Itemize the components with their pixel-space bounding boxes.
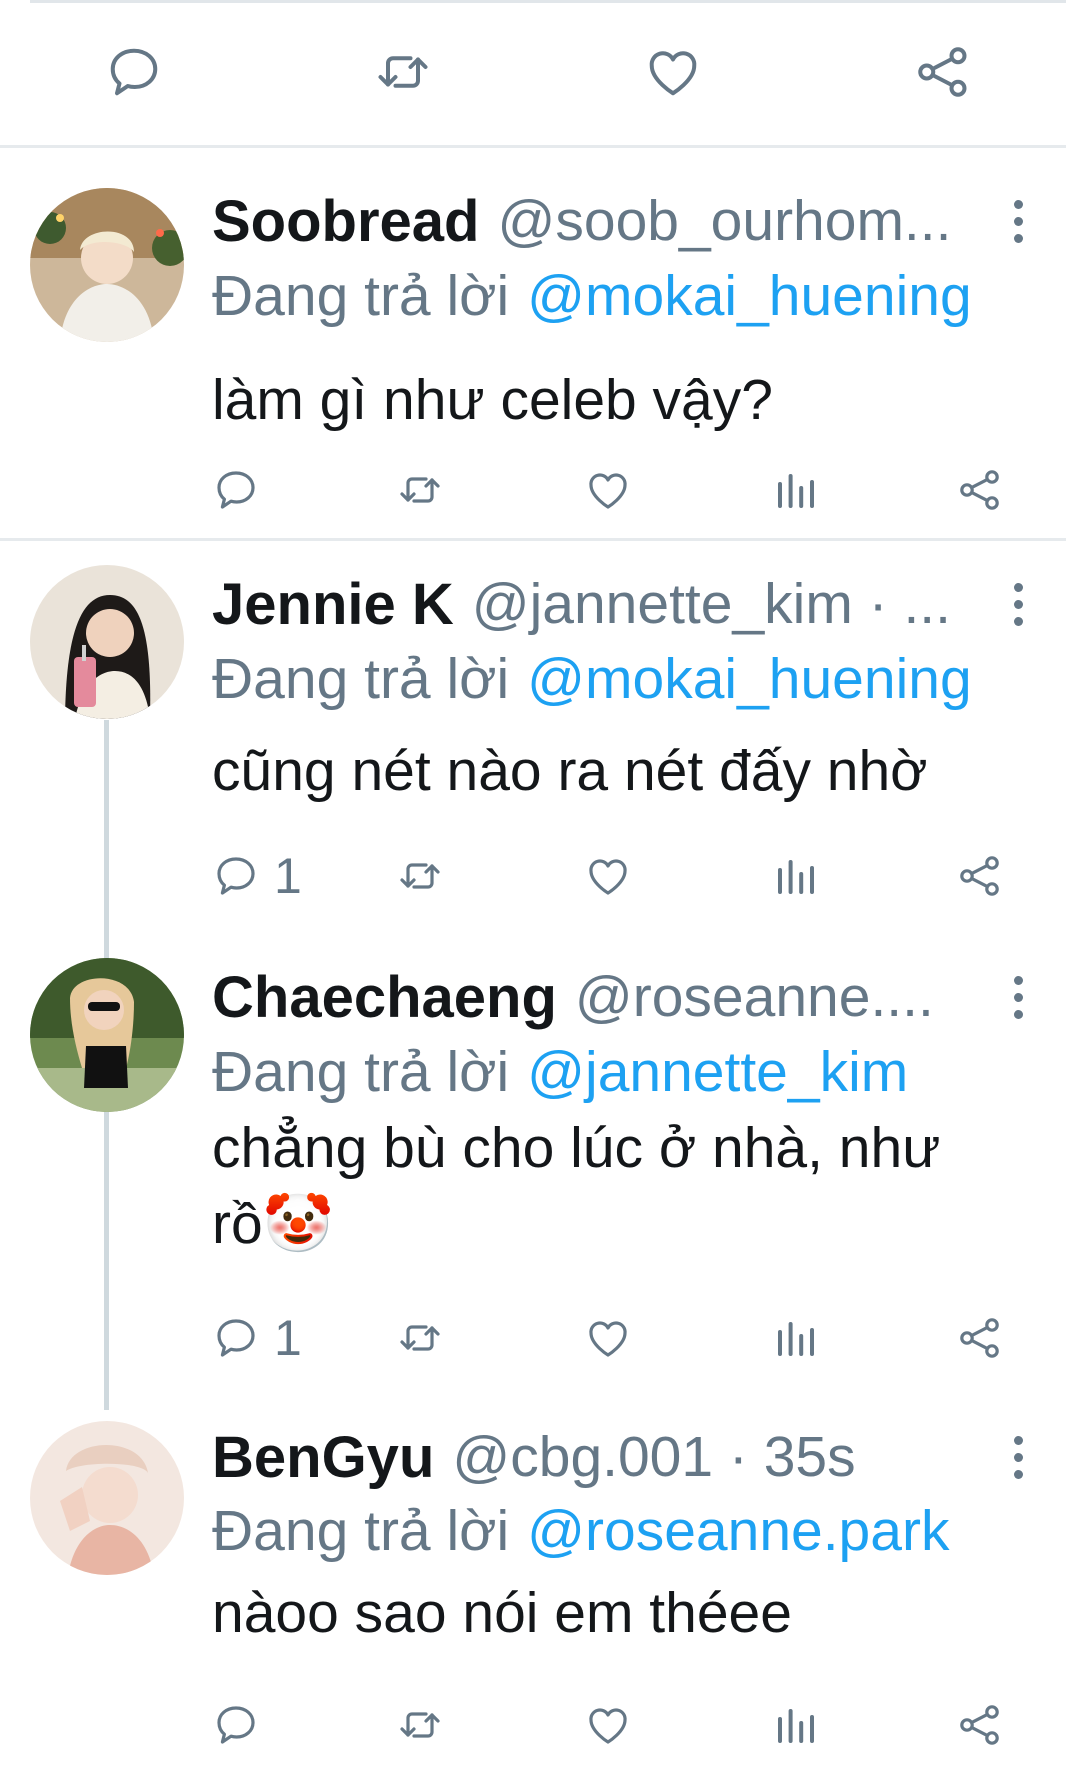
tweet-text: chẳng bù cho lúc ở nhà, như rồ🤡 bbox=[212, 1116, 941, 1256]
analytics-button[interactable] bbox=[772, 841, 820, 911]
analytics-button[interactable] bbox=[772, 455, 820, 525]
user-handle[interactable]: @roseanne.... bbox=[575, 964, 934, 1030]
share-icon bbox=[956, 1314, 1004, 1362]
reply-button[interactable] bbox=[212, 455, 274, 525]
tweet-header: Chaechaeng @roseanne.... bbox=[212, 959, 934, 1035]
retweet-icon bbox=[396, 466, 444, 514]
reply-icon[interactable] bbox=[104, 42, 164, 102]
more-options-icon[interactable] bbox=[1000, 574, 1036, 634]
tweet-actions bbox=[0, 1690, 1066, 1760]
share-icon bbox=[956, 852, 1004, 900]
replying-to: Đang trả lời @mokai_huening bbox=[212, 258, 972, 334]
reply-mention[interactable]: @mokai_huening bbox=[527, 646, 971, 712]
display-name[interactable]: BenGyu bbox=[212, 1424, 434, 1491]
avatar[interactable] bbox=[30, 188, 184, 342]
replying-to: Đang trả lời @mokai_huening bbox=[212, 641, 972, 717]
tweet-text: nàoo sao nói em théee bbox=[212, 1581, 792, 1645]
reply-count: 1 bbox=[274, 848, 302, 904]
reply-icon bbox=[212, 852, 260, 900]
tweet-header: Soobread @soob_ourhom... bbox=[212, 183, 951, 259]
share-button[interactable] bbox=[956, 841, 1004, 911]
more-options-icon[interactable] bbox=[1000, 967, 1036, 1027]
more-options-icon[interactable] bbox=[1000, 1427, 1036, 1487]
replying-to: Đang trả lời @roseanne.park bbox=[212, 1493, 949, 1569]
reply-tweet[interactable]: Chaechaeng @roseanne.... Đang trả lời @j… bbox=[0, 931, 1066, 1391]
reply-button[interactable] bbox=[212, 1690, 274, 1760]
avatar[interactable] bbox=[30, 958, 184, 1112]
like-button[interactable] bbox=[584, 841, 632, 911]
like-button[interactable] bbox=[584, 1303, 632, 1373]
tweet-text: cũng nét nào ra nét đấy nhờ bbox=[212, 739, 928, 803]
tweet-actions bbox=[0, 455, 1066, 525]
tweet-actions: 1 bbox=[0, 1303, 1066, 1373]
replying-to-label: Đang trả lời bbox=[212, 264, 510, 328]
retweet-icon bbox=[396, 1701, 444, 1749]
reply-mention[interactable]: @roseanne.park bbox=[527, 1498, 949, 1564]
display-name[interactable]: Chaechaeng bbox=[212, 964, 557, 1031]
analytics-icon bbox=[772, 852, 820, 900]
reply-tweet[interactable]: Jennie K @jannette_kim · ... Đang trả lờ… bbox=[0, 541, 1066, 931]
retweet-button[interactable] bbox=[396, 455, 444, 525]
share-button[interactable] bbox=[956, 455, 1004, 525]
user-handle[interactable]: @cbg.001 · 35s bbox=[452, 1424, 855, 1490]
share-icon[interactable] bbox=[913, 42, 973, 102]
share-button[interactable] bbox=[956, 1690, 1004, 1760]
retweet-button[interactable] bbox=[396, 841, 444, 911]
like-button[interactable] bbox=[584, 455, 632, 525]
replying-to-label: Đang trả lời bbox=[212, 647, 510, 711]
analytics-icon bbox=[772, 1314, 820, 1362]
like-icon bbox=[584, 1314, 632, 1362]
replying-to-label: Đang trả lời bbox=[212, 1040, 510, 1104]
retweet-icon bbox=[396, 852, 444, 900]
tweet-text: làm gì như celeb vậy? bbox=[212, 368, 773, 432]
display-name[interactable]: Jennie K bbox=[212, 571, 454, 638]
reply-mention[interactable]: @jannette_kim bbox=[527, 1039, 908, 1105]
like-icon[interactable] bbox=[643, 42, 703, 102]
replying-to-label: Đang trả lời bbox=[212, 1499, 510, 1563]
avatar[interactable] bbox=[30, 565, 184, 719]
parent-tweet-actions bbox=[0, 0, 1066, 146]
tweet-header: BenGyu @cbg.001 · 35s bbox=[212, 1419, 856, 1495]
retweet-icon[interactable] bbox=[373, 42, 433, 102]
like-icon bbox=[584, 1701, 632, 1749]
replying-to: Đang trả lời @jannette_kim bbox=[212, 1034, 908, 1110]
reply-count: 1 bbox=[274, 1310, 302, 1366]
analytics-icon bbox=[772, 1701, 820, 1749]
reply-button[interactable]: 1 bbox=[212, 1303, 302, 1373]
analytics-icon bbox=[772, 466, 820, 514]
analytics-button[interactable] bbox=[772, 1690, 820, 1760]
like-icon bbox=[584, 466, 632, 514]
reply-icon bbox=[212, 1314, 260, 1362]
reply-button[interactable]: 1 bbox=[212, 841, 302, 911]
reply-tweet[interactable]: Soobread @soob_ourhom... Đang trả lời @m… bbox=[0, 148, 1066, 538]
retweet-button[interactable] bbox=[396, 1690, 444, 1760]
reply-icon bbox=[212, 1701, 260, 1749]
analytics-button[interactable] bbox=[772, 1303, 820, 1373]
avatar[interactable] bbox=[30, 1421, 184, 1575]
display-name[interactable]: Soobread bbox=[212, 188, 480, 255]
retweet-icon bbox=[396, 1314, 444, 1362]
share-icon bbox=[956, 466, 1004, 514]
more-options-icon[interactable] bbox=[1000, 191, 1036, 251]
user-handle[interactable]: @jannette_kim · ... bbox=[472, 571, 951, 637]
share-icon bbox=[956, 1701, 1004, 1749]
like-button[interactable] bbox=[584, 1690, 632, 1760]
user-handle[interactable]: @soob_ourhom... bbox=[498, 188, 952, 254]
retweet-button[interactable] bbox=[396, 1303, 444, 1373]
tweet-header: Jennie K @jannette_kim · ... bbox=[212, 566, 951, 642]
like-icon bbox=[584, 852, 632, 900]
tweet-actions: 1 bbox=[0, 841, 1066, 911]
share-button[interactable] bbox=[956, 1303, 1004, 1373]
reply-mention[interactable]: @mokai_huening bbox=[527, 263, 971, 329]
reply-icon bbox=[212, 466, 260, 514]
reply-tweet[interactable]: BenGyu @cbg.001 · 35s Đang trả lời @rose… bbox=[0, 1391, 1066, 1772]
